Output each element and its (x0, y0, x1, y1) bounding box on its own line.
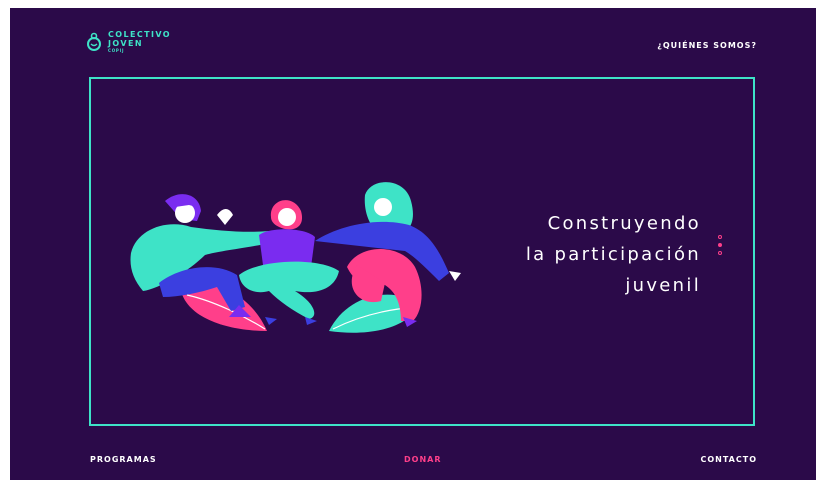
footer-donar-link[interactable]: DONAR (404, 455, 442, 464)
figure-middle-illustration (239, 200, 339, 325)
hero-headline: Construyendo la participación juvenil (526, 208, 701, 301)
headline-line-3: juvenil (625, 275, 701, 296)
brand-wordmark: COLECTIVO JOVEN COPIJ (108, 30, 171, 54)
page: COLECTIVO JOVEN COPIJ ¿QUIÉNES SOMOS? Co… (10, 8, 816, 480)
slide-dot-1[interactable] (718, 235, 722, 239)
brand-line-1: COLECTIVO (108, 30, 171, 39)
slide-pager (718, 235, 722, 255)
slide-dot-2[interactable] (718, 243, 722, 247)
nav-about-link[interactable]: ¿QUIÉNES SOMOS? (657, 41, 757, 50)
brand-logo[interactable]: COLECTIVO JOVEN COPIJ (86, 30, 171, 54)
footer-contacto-link[interactable]: CONTACTO (700, 455, 757, 464)
brand-line-2: JOVEN (108, 39, 143, 48)
footer-programas-link[interactable]: PROGRAMAS (90, 455, 157, 464)
logo-mark-icon (86, 32, 102, 52)
headline-line-2: la participación (525, 244, 701, 265)
headline-line-1: Construyendo (547, 213, 701, 234)
brand-line-3: COPIJ (108, 48, 125, 53)
hero-illustration (119, 171, 469, 345)
slide-dot-3[interactable] (718, 251, 722, 255)
